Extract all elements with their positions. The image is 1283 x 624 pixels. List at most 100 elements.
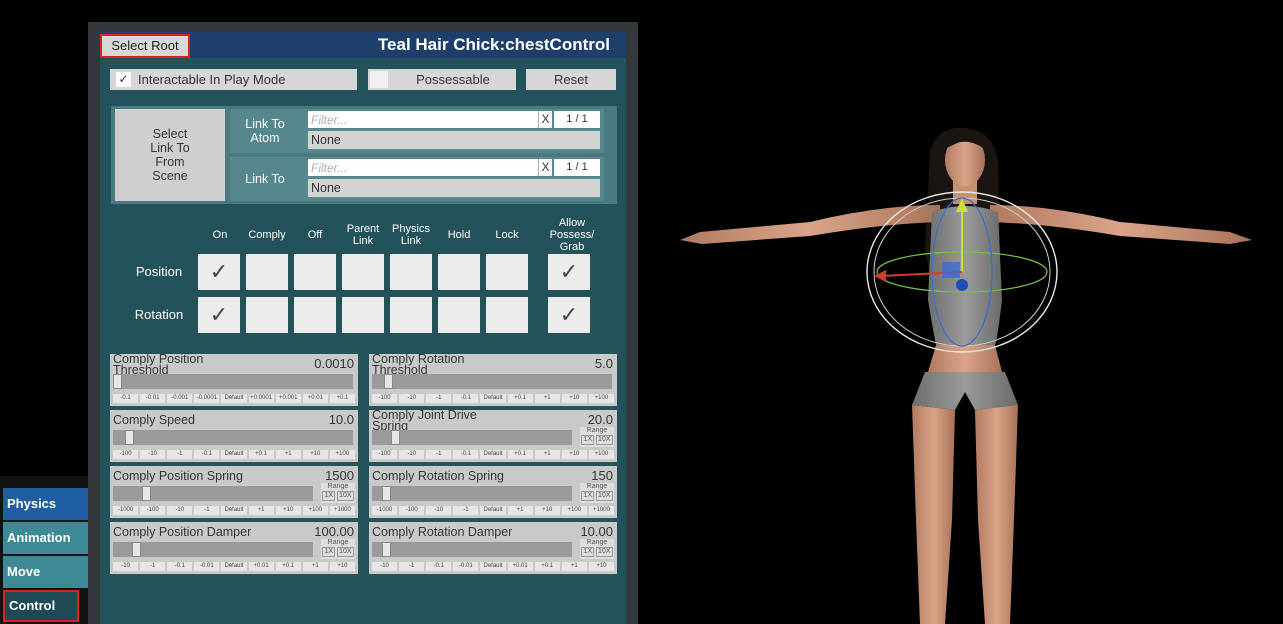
slider-track[interactable] xyxy=(113,542,313,557)
rotation-lock-toggle[interactable] xyxy=(486,297,528,333)
step-button[interactable]: -0.1 xyxy=(194,450,220,459)
step-button[interactable]: Default xyxy=(221,506,247,515)
slider-handle[interactable] xyxy=(113,374,122,389)
step-button[interactable]: +1 xyxy=(561,562,587,571)
step-button[interactable]: Default xyxy=(221,394,247,403)
step-button[interactable]: -10 xyxy=(140,450,166,459)
step-button[interactable]: +10 xyxy=(588,562,614,571)
step-button[interactable]: -0.001 xyxy=(167,394,193,403)
step-button[interactable]: +10 xyxy=(561,394,587,403)
slider-handle[interactable] xyxy=(132,542,141,557)
range-10x-button[interactable]: 10X xyxy=(337,491,354,501)
step-button[interactable]: +0.01 xyxy=(302,394,328,403)
position-off-toggle[interactable] xyxy=(294,254,336,290)
slider-track[interactable] xyxy=(372,486,572,501)
rotation-allow-possess-toggle[interactable]: ✓ xyxy=(548,297,590,333)
step-button[interactable]: -100 xyxy=(399,506,425,515)
range-1x-button[interactable]: 1X xyxy=(581,435,595,445)
range-1x-button[interactable]: 1X xyxy=(322,547,336,557)
step-button[interactable]: Default xyxy=(221,562,247,571)
step-button[interactable]: +100 xyxy=(329,450,355,459)
step-button[interactable]: -10 xyxy=(399,394,425,403)
step-button[interactable]: Default xyxy=(480,394,506,403)
clear-filter-button[interactable]: X xyxy=(538,159,552,176)
step-button[interactable]: -0.1 xyxy=(167,562,193,571)
position-on-toggle[interactable]: ✓ xyxy=(198,254,240,290)
step-button[interactable]: +0.0001 xyxy=(248,394,274,403)
step-button[interactable]: +10 xyxy=(275,506,301,515)
range-1x-button[interactable]: 1X xyxy=(322,491,336,501)
slider-track[interactable] xyxy=(372,374,612,389)
step-button[interactable]: -1 xyxy=(426,394,452,403)
position-allow-possess-toggle[interactable]: ✓ xyxy=(548,254,590,290)
position-physics-link-toggle[interactable] xyxy=(390,254,432,290)
range-1x-button[interactable]: 1X xyxy=(581,491,595,501)
tab-move[interactable]: Move xyxy=(3,556,97,588)
step-button[interactable]: -1000 xyxy=(372,506,398,515)
step-button[interactable]: +0.1 xyxy=(329,394,355,403)
step-button[interactable]: -1 xyxy=(453,506,479,515)
range-10x-button[interactable]: 10X xyxy=(596,547,613,557)
position-hold-toggle[interactable] xyxy=(438,254,480,290)
slider-track[interactable] xyxy=(113,430,353,445)
step-button[interactable]: -100 xyxy=(372,394,398,403)
step-button[interactable]: -0.1 xyxy=(426,562,452,571)
slider-track[interactable] xyxy=(372,542,572,557)
interactable-in-play-mode-toggle[interactable]: ✓ Interactable In Play Mode xyxy=(110,69,357,90)
step-button[interactable]: Default xyxy=(480,450,506,459)
slider-handle[interactable] xyxy=(382,542,391,557)
step-button[interactable]: -0.1 xyxy=(453,394,479,403)
slider-handle[interactable] xyxy=(391,430,400,445)
step-button[interactable]: +1 xyxy=(248,506,274,515)
step-button[interactable]: -1 xyxy=(194,506,220,515)
character-model[interactable] xyxy=(680,127,1252,624)
step-button[interactable]: -0.01 xyxy=(453,562,479,571)
step-button[interactable]: -10 xyxy=(113,562,139,571)
step-button[interactable]: -1 xyxy=(426,450,452,459)
step-button[interactable]: -10 xyxy=(372,562,398,571)
step-button[interactable]: +1000 xyxy=(329,506,355,515)
step-button[interactable]: -100 xyxy=(113,450,139,459)
step-button[interactable]: +1 xyxy=(534,450,560,459)
step-button[interactable]: -100 xyxy=(372,450,398,459)
step-button[interactable]: +100 xyxy=(561,506,587,515)
tab-animation[interactable]: Animation xyxy=(3,522,97,554)
rotation-off-toggle[interactable] xyxy=(294,297,336,333)
step-button[interactable]: +0.01 xyxy=(248,562,274,571)
step-button[interactable]: -1 xyxy=(140,562,166,571)
step-button[interactable]: -1000 xyxy=(113,506,139,515)
step-button[interactable]: +1000 xyxy=(588,506,614,515)
step-button[interactable]: -0.1 xyxy=(453,450,479,459)
slider-track[interactable] xyxy=(113,374,353,389)
link-select[interactable]: None xyxy=(308,179,600,197)
atom-filter-input[interactable] xyxy=(308,111,538,128)
step-button[interactable]: -10 xyxy=(167,506,193,515)
range-10x-button[interactable]: 10X xyxy=(596,491,613,501)
select-link-from-scene-button[interactable]: Select Link To From Scene xyxy=(115,109,225,201)
slider-handle[interactable] xyxy=(125,430,134,445)
step-button[interactable]: +100 xyxy=(588,394,614,403)
rotation-parent-link-toggle[interactable] xyxy=(342,297,384,333)
position-comply-toggle[interactable] xyxy=(246,254,288,290)
step-button[interactable]: Default xyxy=(480,506,506,515)
rotation-hold-toggle[interactable] xyxy=(438,297,480,333)
step-button[interactable]: +0.1 xyxy=(275,562,301,571)
step-button[interactable]: +0.1 xyxy=(534,562,560,571)
step-button[interactable]: Default xyxy=(221,450,247,459)
step-button[interactable]: +0.001 xyxy=(275,394,301,403)
step-button[interactable]: +100 xyxy=(588,450,614,459)
clear-filter-button[interactable]: X xyxy=(538,111,552,128)
slider-handle[interactable] xyxy=(384,374,393,389)
rotation-physics-link-toggle[interactable] xyxy=(390,297,432,333)
step-button[interactable]: -100 xyxy=(140,506,166,515)
rotation-on-toggle[interactable]: ✓ xyxy=(198,297,240,333)
link-filter-input[interactable] xyxy=(308,159,538,176)
step-button[interactable]: +0.01 xyxy=(507,562,533,571)
slider-track[interactable] xyxy=(372,430,572,445)
step-button[interactable]: +0.1 xyxy=(248,450,274,459)
step-button[interactable]: +10 xyxy=(534,506,560,515)
step-button[interactable]: +10 xyxy=(329,562,355,571)
slider-handle[interactable] xyxy=(142,486,151,501)
step-button[interactable]: +10 xyxy=(561,450,587,459)
step-button[interactable]: +1 xyxy=(534,394,560,403)
